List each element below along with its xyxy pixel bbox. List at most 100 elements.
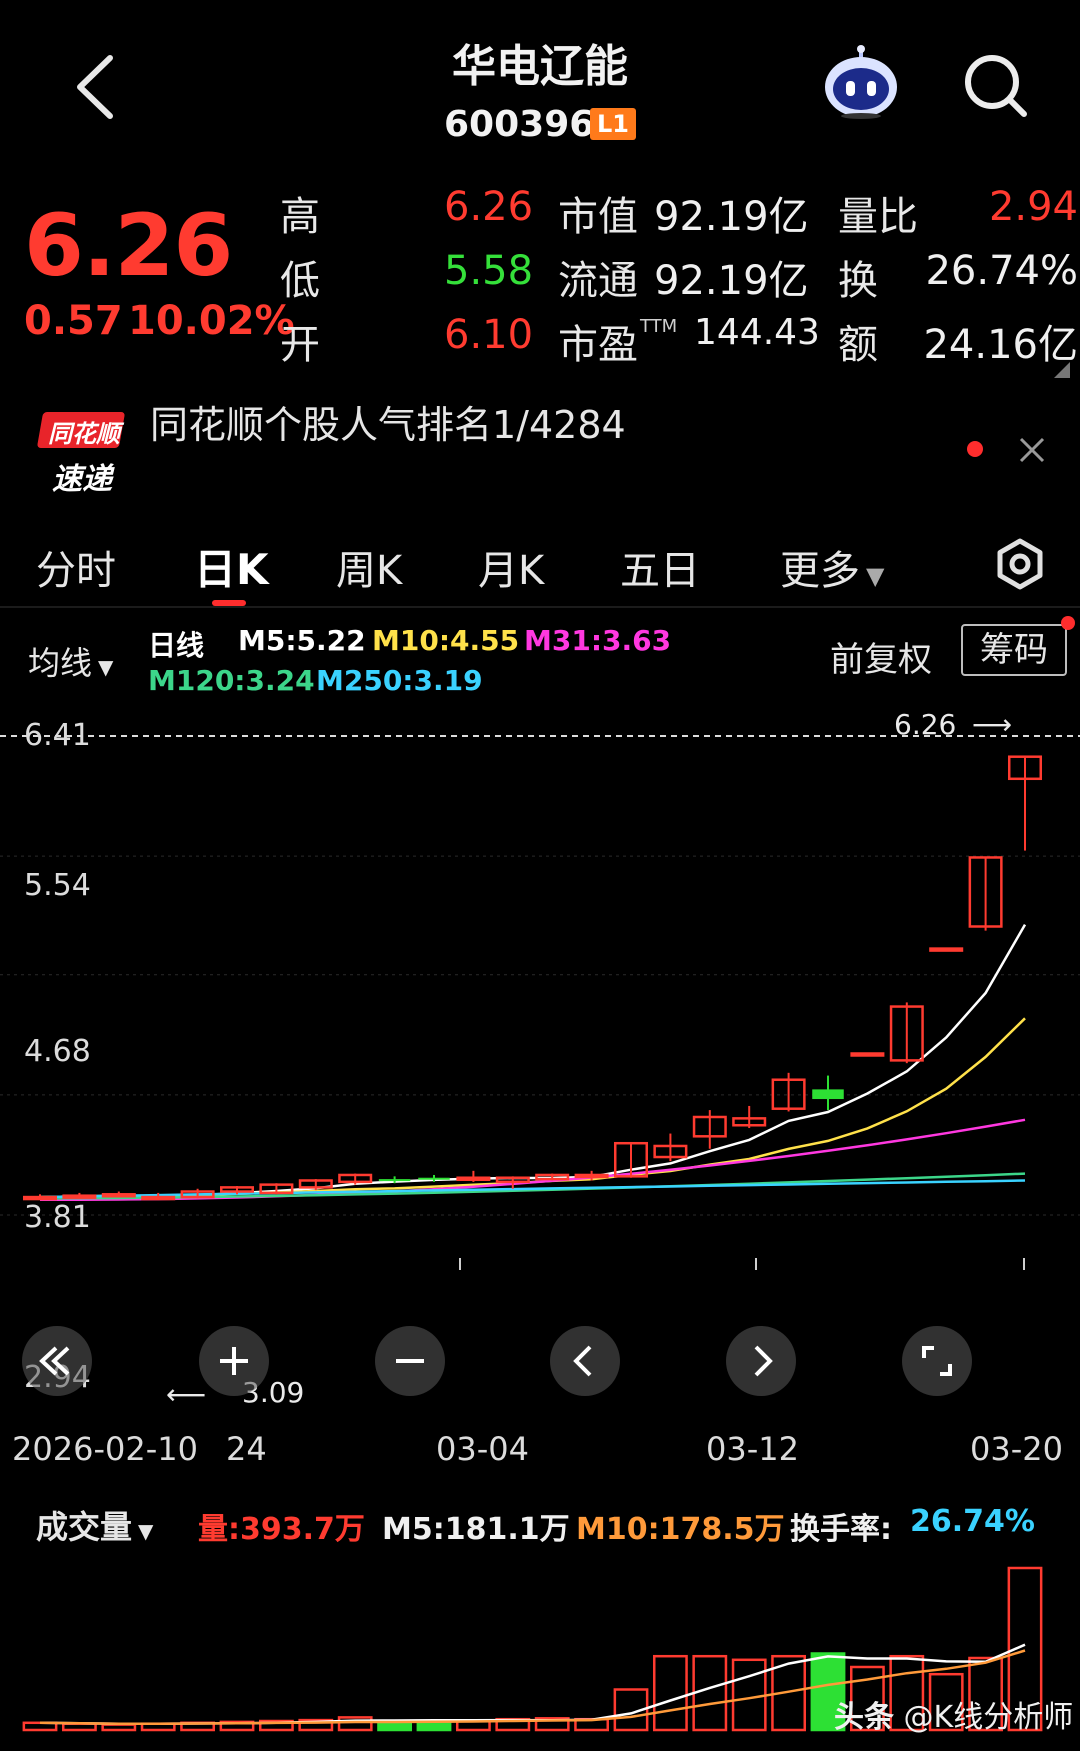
tab-label: 分时: [36, 548, 116, 594]
tab-five-day[interactable]: 五日: [620, 538, 700, 596]
arrow-right-icon: ⟶: [972, 708, 1013, 741]
last-price: 6.26: [24, 196, 233, 296]
stat-value: 144.43: [694, 312, 820, 353]
watermark: 头条 @K线分析师: [834, 1692, 1073, 1736]
fuquan-toggle[interactable]: 前复权: [830, 632, 932, 681]
stat-label: 额: [838, 322, 878, 368]
turnover-value: 26.74%: [910, 1504, 1035, 1539]
logo-line-2: 速递: [52, 462, 112, 497]
stat-value: 26.74%: [925, 248, 1078, 294]
fullscreen-button[interactable]: [902, 1326, 972, 1396]
date-axis-label: 03-04: [436, 1430, 529, 1468]
robot-assistant-icon[interactable]: [822, 44, 900, 120]
stat-label: 量比: [838, 194, 918, 240]
stat-value: 6.10: [444, 312, 534, 358]
stat-value: 2.94: [988, 184, 1078, 230]
date-axis-label: 2026-02-10: [12, 1430, 198, 1468]
zoom-out-button[interactable]: [375, 1326, 445, 1396]
level-badge: L1: [590, 108, 636, 140]
ma5-line: [39, 923, 1027, 1199]
candle-body: [812, 1089, 844, 1100]
scroll-left-button[interactable]: [550, 1326, 620, 1396]
ma5-value: M5:5.22: [238, 624, 366, 657]
fast-rewind-button[interactable]: [22, 1326, 92, 1396]
price-change-pct: 10.02%: [128, 298, 295, 344]
stat-value: 92.19亿: [654, 258, 809, 304]
volume-bar: [337, 1716, 373, 1732]
close-icon[interactable]: [1018, 436, 1046, 464]
candle-body: [418, 1177, 450, 1180]
banner-text[interactable]: 同花顺个股人气排名1/4284: [150, 394, 626, 449]
price-axis-label: 5.54: [24, 868, 91, 903]
price-axis-label: 4.68: [24, 1034, 91, 1069]
tab-label: 五日: [620, 548, 700, 594]
settings-hexagon-icon[interactable]: [994, 538, 1046, 590]
tab-monthly-k[interactable]: 月K: [478, 538, 544, 596]
tab-weekly-k[interactable]: 周K: [336, 538, 402, 596]
ma-selector[interactable]: 均线 ▼: [28, 638, 113, 684]
candle-body: [850, 1052, 885, 1057]
candle-body: [141, 1195, 176, 1201]
stat-value: 5.58: [444, 248, 534, 294]
stock-detail-screen: 华电辽能 600396 L1 6.26 0.57 10.02% 高 6.26 市值 9…: [0, 0, 1080, 1751]
chips-button-label: 筹码: [980, 630, 1048, 670]
period-label: 日线: [148, 629, 205, 662]
ma10-value: M10:4.55: [372, 624, 520, 657]
tab-label: 周K: [336, 548, 403, 594]
scroll-right-button[interactable]: [726, 1326, 796, 1396]
watermark-author: @K线分析师: [903, 1700, 1074, 1735]
date-axis-label: 03-12: [706, 1430, 799, 1468]
stat-label: 换: [838, 258, 878, 304]
search-icon[interactable]: [962, 52, 1028, 118]
tab-daily-k[interactable]: 日K: [194, 536, 269, 597]
price-change: 0.57: [24, 298, 123, 344]
ma-selector-label: 均线: [28, 644, 93, 682]
candle-body: [574, 1173, 609, 1179]
ma10-line: [39, 1017, 1026, 1199]
chips-button[interactable]: 筹码: [961, 624, 1067, 676]
volume-bar: [731, 1658, 767, 1732]
tab-more[interactable]: 更多 ▼: [780, 538, 884, 596]
logo-line-1: 同花顺: [48, 420, 120, 448]
stat-value: 92.19亿: [654, 194, 809, 240]
tab-fenshi[interactable]: 分时: [36, 538, 116, 596]
candle-body: [22, 1195, 58, 1201]
volume-bar: [101, 1723, 137, 1732]
stat-label: 流通: [558, 258, 638, 304]
price-axis-label: 3.81: [24, 1200, 91, 1235]
ma31-value: M31:3.63: [524, 624, 672, 657]
candlestick-chart[interactable]: [0, 690, 1080, 1430]
tab-label: 日K: [194, 545, 269, 594]
candle-body: [378, 1179, 411, 1182]
tab-label: 更多: [780, 548, 860, 594]
stat-label: 开: [280, 322, 320, 368]
zoom-in-button[interactable]: [199, 1326, 269, 1396]
chevron-down-icon: ▼: [866, 562, 885, 590]
tab-active-indicator: [212, 600, 246, 606]
stat-superscript: TTM: [640, 316, 678, 337]
date-axis-label: 24: [226, 1430, 267, 1468]
notification-dot: [967, 441, 983, 457]
stat-label: 高: [280, 194, 320, 240]
volume-bar: [652, 1654, 688, 1732]
stat-label: 低: [280, 258, 320, 304]
ths-express-logo: 同花顺 速递: [36, 410, 126, 497]
candle-body: [929, 947, 964, 952]
tab-label: 月K: [478, 548, 545, 594]
stock-code: 600396: [444, 104, 595, 145]
date-axis-label: 03-20: [970, 1430, 1063, 1468]
divider: [0, 606, 1080, 608]
candle-body: [456, 1176, 491, 1181]
chevron-down-icon: ▼: [98, 655, 114, 679]
stock-name: 华电辽能: [452, 41, 628, 92]
notification-dot: [1061, 616, 1075, 630]
price-axis-label: 6.41: [24, 718, 91, 753]
stat-label: 市盈: [558, 322, 638, 368]
stat-value: 6.26: [444, 184, 534, 230]
stat-label: 市值: [558, 194, 638, 240]
candle-body: [101, 1193, 136, 1198]
expand-corner-icon[interactable]: [1054, 362, 1070, 378]
high-price-annotation: 6.26: [894, 708, 957, 741]
watermark-platform: 头条: [834, 1700, 894, 1735]
candle-body: [62, 1194, 97, 1199]
